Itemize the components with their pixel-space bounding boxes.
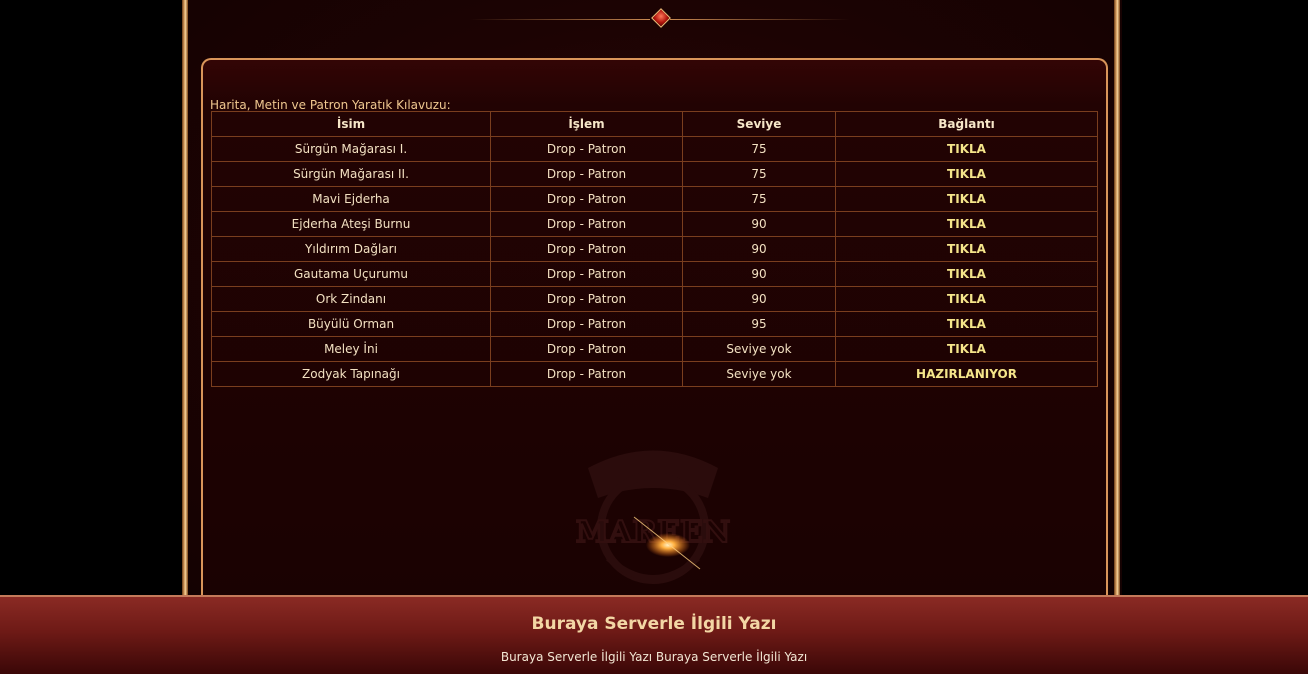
cell-link[interactable]: TIKLA <box>835 136 1098 162</box>
cell-link[interactable]: TIKLA <box>835 336 1098 362</box>
cell-name: Büyülü Orman <box>211 311 491 337</box>
cell-level: 90 <box>682 211 836 237</box>
cell-name: Ejderha Ateşi Burnu <box>211 211 491 237</box>
cell-name: Zodyak Tapınağı <box>211 361 491 387</box>
cell-level: Seviye yok <box>682 361 836 387</box>
cell-level: 75 <box>682 161 836 187</box>
column-header-level: Seviye <box>682 111 836 137</box>
footer-text: Buraya Serverle İlgili Yazı Buraya Serve… <box>500 650 808 664</box>
table-row: Sürgün Mağarası I. Drop - Patron 75 TIKLA <box>211 136 1098 162</box>
cell-link[interactable]: TIKLA <box>835 311 1098 337</box>
cell-name: Ork Zindanı <box>211 286 491 312</box>
cell-link[interactable]: TIKLA <box>835 211 1098 237</box>
guide-table: İsim İşlem Seviye Bağlantı Sürgün Mağara… <box>211 111 1098 387</box>
column-header-link: Bağlantı <box>835 111 1098 137</box>
cell-action: Drop - Patron <box>490 186 683 212</box>
table-row: Meley İni Drop - Patron Seviye yok TIKLA <box>211 336 1098 362</box>
cell-level: 90 <box>682 236 836 262</box>
table-row: Büyülü Orman Drop - Patron 95 TIKLA <box>211 311 1098 337</box>
column-header-name: İsim <box>211 111 491 137</box>
cell-action: Drop - Patron <box>490 236 683 262</box>
cell-level: 90 <box>682 286 836 312</box>
cell-link[interactable]: TIKLA <box>835 261 1098 287</box>
cell-name: Mavi Ejderha <box>211 186 491 212</box>
guide-title: Harita, Metin ve Patron Yaratık Kılavuzu… <box>210 98 451 112</box>
cell-name: Sürgün Mağarası II. <box>211 161 491 187</box>
cell-name: Meley İni <box>211 336 491 362</box>
table-row: Mavi Ejderha Drop - Patron 75 TIKLA <box>211 186 1098 212</box>
table-row: Ejderha Ateşi Burnu Drop - Patron 90 TIKLA <box>211 211 1098 237</box>
cell-link[interactable]: TIKLA <box>835 286 1098 312</box>
cell-action: Drop - Patron <box>490 286 683 312</box>
column-left-border <box>182 0 188 600</box>
cell-level: Seviye yok <box>682 336 836 362</box>
cell-action: Drop - Patron <box>490 161 683 187</box>
cell-level: 90 <box>682 261 836 287</box>
footer-title: Buraya Serverle İlgili Yazı <box>531 614 777 634</box>
ornament-line-left <box>470 19 650 20</box>
page: Harita, Metin ve Patron Yaratık Kılavuzu… <box>0 0 1308 674</box>
cell-link[interactable]: TIKLA <box>835 186 1098 212</box>
cell-name: Sürgün Mağarası I. <box>211 136 491 162</box>
cell-name: Yıldırım Dağları <box>211 236 491 262</box>
spark-glow-icon <box>633 516 701 570</box>
table-row: Yıldırım Dağları Drop - Patron 90 TIKLA <box>211 236 1098 262</box>
column-right-border <box>1114 0 1120 600</box>
cell-level: 95 <box>682 311 836 337</box>
cell-level: 75 <box>682 186 836 212</box>
cell-action: Drop - Patron <box>490 211 683 237</box>
cell-action: Drop - Patron <box>490 311 683 337</box>
ornament-line-right <box>670 19 850 20</box>
table-header-row: İsim İşlem Seviye Bağlantı <box>211 111 1098 137</box>
table-row: Ork Zindanı Drop - Patron 90 TIKLA <box>211 286 1098 312</box>
table-row: Sürgün Mağarası II. Drop - Patron 75 TIKLA <box>211 161 1098 187</box>
cell-action: Drop - Patron <box>490 261 683 287</box>
cell-link[interactable]: TIKLA <box>835 236 1098 262</box>
cell-level: 75 <box>682 136 836 162</box>
cell-link[interactable]: TIKLA <box>835 161 1098 187</box>
guide-table-body: Sürgün Mağarası I. Drop - Patron 75 TIKLA Sü… <box>211 136 1098 387</box>
cell-action: Drop - Patron <box>490 361 683 387</box>
table-row: Zodyak Tapınağı Drop - Patron Seviye yok HA… <box>211 361 1098 387</box>
cell-link[interactable]: HAZIRLANIYOR <box>835 361 1098 387</box>
cell-action: Drop - Patron <box>490 336 683 362</box>
cell-action: Drop - Patron <box>490 136 683 162</box>
table-row: Gautama Uçurumu Drop - Patron 90 TIKLA <box>211 261 1098 287</box>
column-header-action: İşlem <box>490 111 683 137</box>
cell-name: Gautama Uçurumu <box>211 261 491 287</box>
